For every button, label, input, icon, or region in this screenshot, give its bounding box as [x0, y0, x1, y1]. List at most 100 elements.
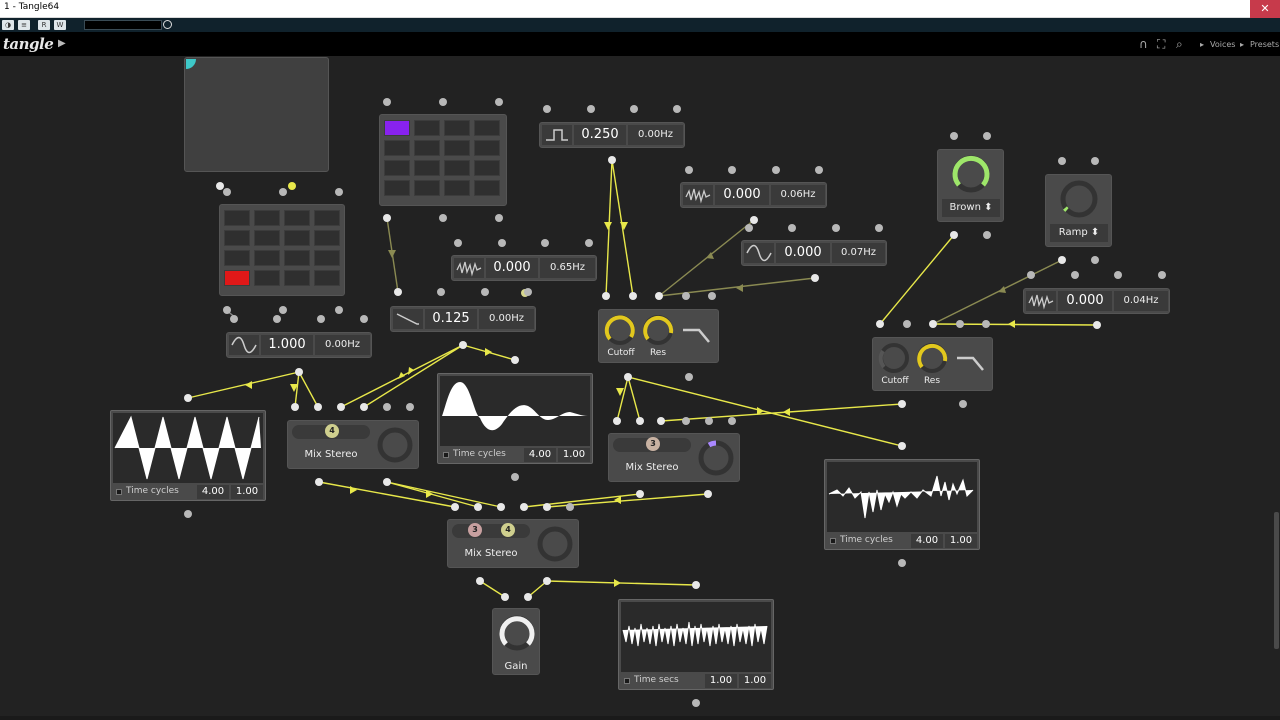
osc-in[interactable] [1071, 271, 1079, 279]
seq-cell[interactable] [384, 140, 410, 156]
noise-out[interactable] [983, 231, 991, 239]
xy-pad-out-y[interactable] [288, 182, 296, 190]
mixer-out[interactable] [704, 490, 712, 498]
osc-out[interactable] [295, 368, 303, 376]
scope-out[interactable] [511, 473, 519, 481]
scope-value-b[interactable]: 1.00 [558, 448, 590, 462]
seq-left-in[interactable] [223, 188, 231, 196]
seq-mid-in[interactable] [495, 98, 503, 106]
oscillator-frequency[interactable]: 0.06Hz [771, 185, 825, 205]
ramp-type-select[interactable]: Ramp ⬍ [1050, 224, 1108, 242]
noise-type-select[interactable]: Brown ⬍ [942, 199, 1000, 217]
mixer-in[interactable] [497, 503, 505, 511]
vertical-scrollbar[interactable] [1274, 512, 1279, 649]
seq-mid-out[interactable] [439, 214, 447, 222]
seq-cell-active[interactable] [224, 270, 250, 286]
oscillator-frequency[interactable]: 0.65Hz [540, 258, 595, 278]
osc-out[interactable] [811, 274, 819, 282]
osc-in[interactable] [437, 288, 445, 296]
seq-cell[interactable] [384, 160, 410, 176]
scope-in[interactable] [898, 442, 906, 450]
ramp-knob[interactable] [1058, 179, 1100, 219]
seq-cell[interactable] [414, 140, 440, 156]
seq-mid-in[interactable] [383, 98, 391, 106]
mixer-in[interactable] [636, 417, 644, 425]
oscillator-value[interactable]: 0.000 [776, 243, 830, 263]
osc-in[interactable] [1027, 271, 1035, 279]
seq-left-out[interactable] [335, 306, 343, 314]
sine-wave-icon[interactable] [229, 335, 259, 355]
channel-badge[interactable]: 3 [646, 437, 660, 451]
seq-cell[interactable] [444, 120, 470, 136]
scope-out[interactable] [184, 510, 192, 518]
filter-in[interactable] [982, 320, 990, 328]
seq-cell[interactable] [254, 270, 280, 286]
scope-checkbox[interactable] [624, 678, 630, 684]
mixer-in[interactable] [657, 417, 665, 425]
scope-value-b[interactable]: 1.00 [945, 534, 977, 548]
noise-in[interactable] [983, 132, 991, 140]
channel-badge[interactable]: 3 [468, 523, 482, 537]
mixer-out[interactable] [636, 490, 644, 498]
ramp-in[interactable] [1091, 157, 1099, 165]
osc-in[interactable] [1114, 271, 1122, 279]
oscillator-frequency[interactable]: 0.00Hz [628, 125, 683, 145]
mixer-in[interactable] [337, 403, 345, 411]
seq-mid-in[interactable] [439, 98, 447, 106]
seq-cell[interactable] [474, 120, 500, 136]
oscillator-value[interactable]: 0.000 [1058, 291, 1112, 311]
seq-left-out[interactable] [279, 306, 287, 314]
scope-in[interactable] [692, 581, 700, 589]
gain-in[interactable] [501, 593, 509, 601]
noise-wave-icon[interactable] [1026, 291, 1056, 311]
mixer-in[interactable] [520, 503, 528, 511]
filter-out[interactable] [685, 373, 693, 381]
seq-cell[interactable] [224, 250, 250, 266]
noise-level-knob[interactable] [950, 154, 992, 194]
filter-in[interactable] [602, 292, 610, 300]
scope-in[interactable] [184, 394, 192, 402]
seq-left-in[interactable] [335, 188, 343, 196]
gain-in[interactable] [524, 593, 532, 601]
scope-checkbox[interactable] [443, 452, 449, 458]
mixer-pan-knob[interactable] [534, 524, 576, 564]
seq-cell[interactable] [284, 210, 310, 226]
osc-in[interactable] [788, 224, 796, 232]
ramp-in[interactable] [1058, 157, 1066, 165]
scope-value-a[interactable]: 4.00 [197, 485, 229, 499]
oscillator-value[interactable]: 1.000 [261, 335, 313, 355]
osc-out[interactable] [750, 216, 758, 224]
scope-value-a[interactable]: 4.00 [524, 448, 556, 462]
mixer-in[interactable] [314, 403, 322, 411]
lowpass-icon[interactable] [955, 352, 987, 372]
seq-cell[interactable] [414, 180, 440, 196]
filter-in[interactable] [629, 292, 637, 300]
osc-in[interactable] [1158, 271, 1166, 279]
scope-out[interactable] [692, 699, 700, 707]
osc-in[interactable] [524, 288, 532, 296]
seq-cell[interactable] [254, 250, 280, 266]
seq-cell[interactable] [384, 180, 410, 196]
mixer-in[interactable] [543, 503, 551, 511]
seq-cell[interactable] [254, 230, 280, 246]
seq-cell[interactable] [254, 210, 280, 226]
ramp-out[interactable] [1058, 256, 1066, 264]
seq-left-in[interactable] [279, 188, 287, 196]
channel-badge[interactable]: 4 [501, 523, 515, 537]
mixer-in[interactable] [360, 403, 368, 411]
seq-cell[interactable] [284, 250, 310, 266]
filter-in[interactable] [903, 320, 911, 328]
scope-value-a[interactable]: 4.00 [911, 534, 943, 548]
mixer-in[interactable] [474, 503, 482, 511]
osc-in[interactable] [543, 105, 551, 113]
mixer-out[interactable] [543, 577, 551, 585]
scope-value-b[interactable]: 1.00 [231, 485, 263, 499]
oscillator-frequency[interactable]: 0.00Hz [479, 309, 534, 329]
mixer-in[interactable] [728, 417, 736, 425]
sine-wave-icon[interactable] [744, 243, 774, 263]
channel-badge[interactable]: 4 [325, 424, 339, 438]
osc-in[interactable] [454, 239, 462, 247]
mixer-out[interactable] [383, 478, 391, 486]
osc-in[interactable] [772, 166, 780, 174]
osc-out[interactable] [608, 156, 616, 164]
